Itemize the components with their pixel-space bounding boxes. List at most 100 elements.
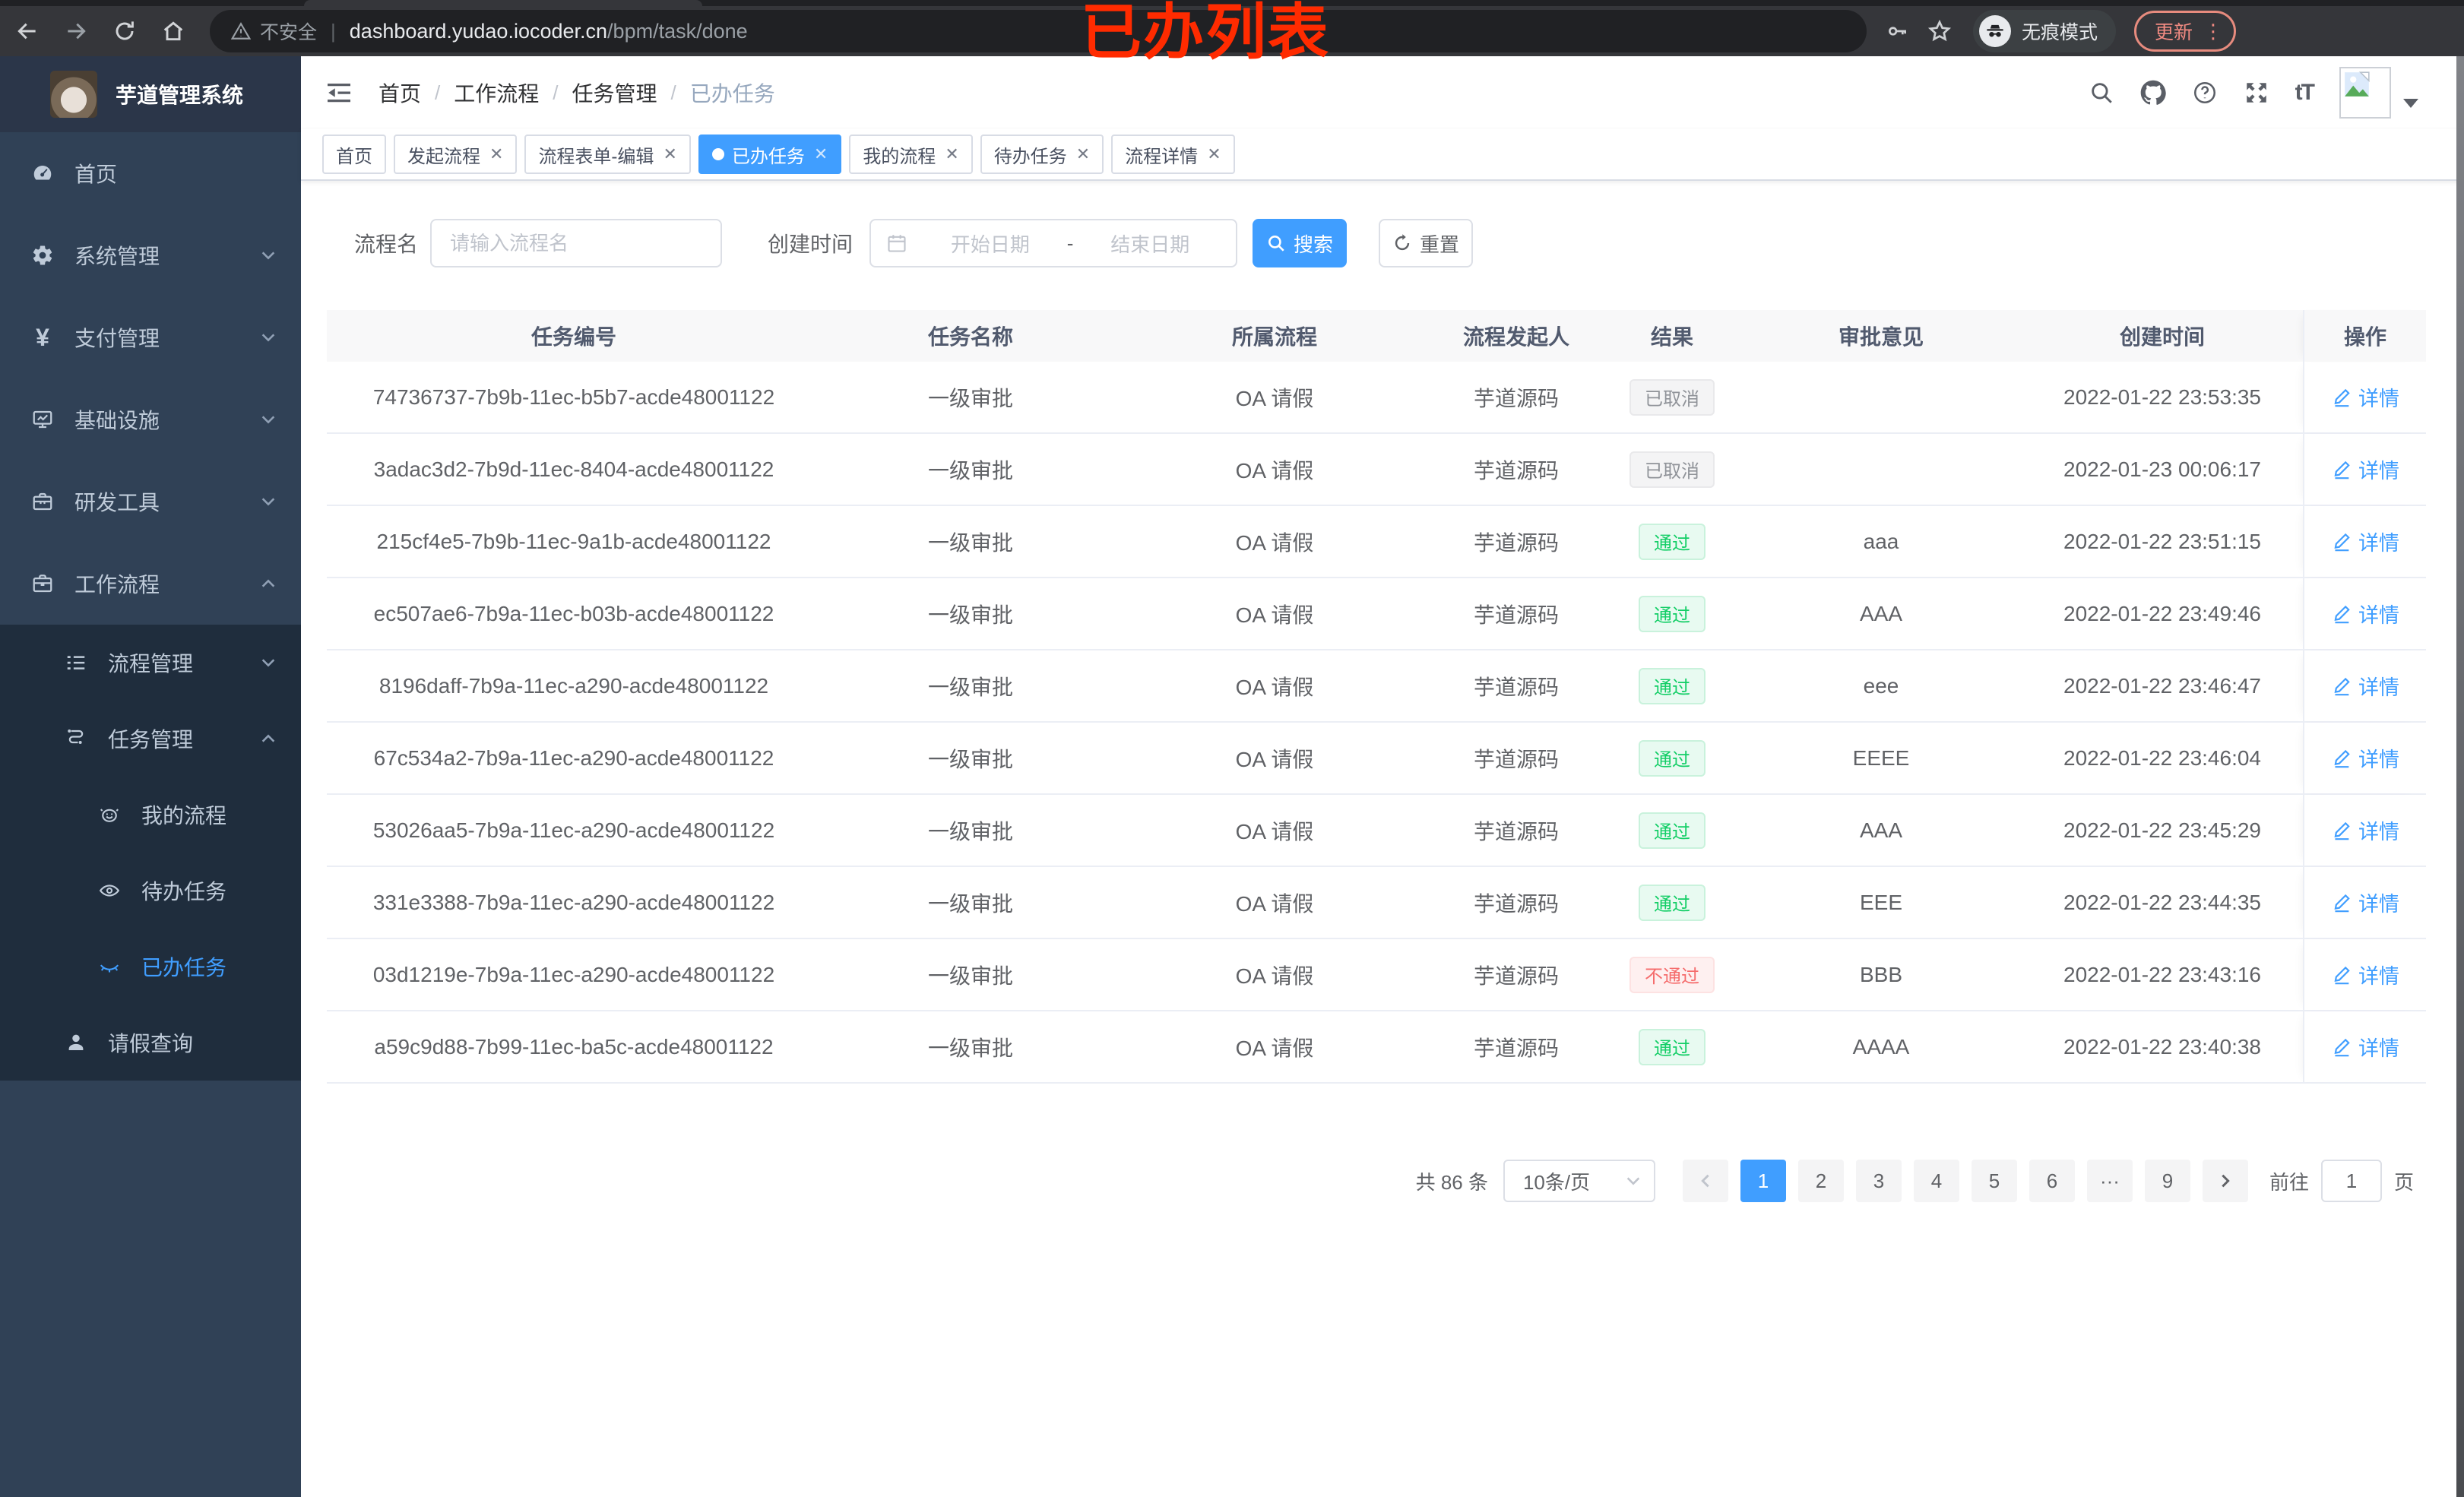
- close-icon[interactable]: ✕: [945, 146, 958, 163]
- sidebar-toggle-icon[interactable]: [322, 76, 356, 109]
- sidebar-item-my-process[interactable]: 我的流程: [0, 777, 301, 853]
- starter: 芋道源码: [1473, 964, 1559, 988]
- logo-area[interactable]: 芋道管理系统: [0, 56, 301, 132]
- url-bar[interactable]: 不安全 | dashboard.yudao.iocoder.cn /bpm/ta…: [210, 10, 1867, 52]
- end-date-placeholder[interactable]: 结束日期: [1079, 229, 1221, 258]
- page-button-3[interactable]: 3: [1855, 1160, 1902, 1202]
- tab-start-process[interactable]: 发起流程 ✕: [394, 135, 518, 174]
- page-size-select[interactable]: 10条/页: [1503, 1160, 1655, 1202]
- back-icon[interactable]: [6, 10, 49, 52]
- search-button-label: 搜索: [1294, 233, 1334, 256]
- detail-button[interactable]: 详情: [2331, 888, 2399, 917]
- search-icon[interactable]: [2089, 80, 2114, 106]
- page-button-6[interactable]: 6: [2029, 1160, 2075, 1202]
- sidebar-item-label: 研发工具: [74, 491, 160, 514]
- sidebar-item-leave-query[interactable]: 请假查询: [0, 1005, 301, 1081]
- done-task-table: 任务编号 任务名称 所属流程 流程发起人 结果 审批意见 创建时间 操作 747…: [327, 310, 2426, 1084]
- sidebar-item-home[interactable]: 首页: [0, 132, 301, 214]
- next-page-button[interactable]: [2202, 1160, 2248, 1202]
- sidebar-item-todo-tasks[interactable]: 待办任务: [0, 853, 301, 929]
- tab-todo-tasks[interactable]: 待办任务 ✕: [980, 135, 1104, 174]
- detail-button[interactable]: 详情: [2331, 382, 2399, 412]
- chevron-down-icon: [260, 247, 277, 264]
- detail-button[interactable]: 详情: [2331, 743, 2399, 773]
- browser-menu-icon[interactable]: ⋮: [2203, 20, 2223, 43]
- detail-button[interactable]: 详情: [2331, 960, 2399, 989]
- detail-button[interactable]: 详情: [2331, 671, 2399, 701]
- detail-button[interactable]: 详情: [2331, 527, 2399, 556]
- reset-button[interactable]: 重置: [1379, 219, 1474, 267]
- avatar-caret-icon[interactable]: [2403, 99, 2418, 108]
- not-secure-label: 不安全: [260, 22, 318, 43]
- tab-home[interactable]: 首页: [322, 135, 386, 174]
- pagination: 共 86 条 10条/页 1 2 3 4 5 6 ··· 9 前往 1 页: [327, 1160, 2426, 1202]
- reload-icon[interactable]: [103, 10, 146, 52]
- update-button[interactable]: 更新 ⋮: [2134, 11, 2237, 52]
- github-icon[interactable]: [2140, 80, 2166, 106]
- tab-label: 流程详情: [1125, 146, 1199, 167]
- detail-button[interactable]: 详情: [2331, 1032, 2399, 1062]
- window-edge: [2456, 56, 2464, 1497]
- detail-label: 详情: [2358, 676, 2399, 699]
- home-icon[interactable]: [152, 10, 195, 52]
- close-icon[interactable]: ✕: [663, 146, 676, 163]
- sidebar-item-system[interactable]: 系统管理: [0, 214, 301, 296]
- tab-form-edit[interactable]: 流程表单-编辑 ✕: [524, 135, 691, 174]
- breadcrumb-workflow[interactable]: 工作流程: [454, 78, 539, 108]
- dashboard-icon: [30, 161, 55, 185]
- page-more-button[interactable]: ···: [2086, 1160, 2133, 1202]
- close-icon[interactable]: ✕: [1076, 146, 1090, 163]
- sidebar-item-task-mgmt[interactable]: 任务管理: [0, 701, 301, 777]
- col-starter: 流程发起人: [1462, 325, 1569, 349]
- tab-done-tasks[interactable]: 已办任务 ✕: [698, 135, 842, 174]
- avatar[interactable]: [2339, 67, 2391, 119]
- detail-label: 详情: [2358, 1037, 2399, 1060]
- detail-button[interactable]: 详情: [2331, 454, 2399, 484]
- fullscreen-icon[interactable]: [2244, 80, 2269, 106]
- page-button-2[interactable]: 2: [1797, 1160, 1844, 1202]
- password-key-icon[interactable]: [1885, 19, 1909, 43]
- bookmark-star-icon[interactable]: [1927, 19, 1952, 43]
- start-date-placeholder[interactable]: 开始日期: [920, 229, 1061, 258]
- detail-button[interactable]: 详情: [2331, 599, 2399, 628]
- calendar-icon: [886, 233, 907, 254]
- task-id: 331e3388-7b9a-11ec-a290-acde48001122: [372, 890, 775, 914]
- starter: 芋道源码: [1473, 747, 1559, 771]
- page-button-1[interactable]: 1: [1740, 1160, 1786, 1202]
- detail-button[interactable]: 详情: [2331, 815, 2399, 845]
- detail-label: 详情: [2358, 388, 2399, 410]
- forward-icon[interactable]: [55, 10, 97, 52]
- close-icon[interactable]: ✕: [814, 146, 828, 163]
- task-id: a59c9d88-7b99-11ec-ba5c-acde48001122: [374, 1034, 774, 1059]
- prev-page-button[interactable]: [1682, 1160, 1728, 1202]
- result-badge: 不通过: [1629, 956, 1715, 993]
- breadcrumb-home[interactable]: 首页: [378, 78, 421, 108]
- close-icon[interactable]: ✕: [1207, 146, 1221, 163]
- sidebar-item-payment[interactable]: ¥ 支付管理: [0, 296, 301, 378]
- sidebar-item-label: 已办任务: [141, 956, 227, 980]
- page-button-9[interactable]: 9: [2144, 1160, 2190, 1202]
- search-button[interactable]: 搜索: [1253, 219, 1348, 267]
- font-size-icon[interactable]: tT: [2295, 80, 2315, 106]
- flow-icon: [64, 726, 88, 751]
- tab-my-process[interactable]: 我的流程 ✕: [849, 135, 973, 174]
- sidebar-item-process-mgmt[interactable]: 流程管理: [0, 625, 301, 701]
- sidebar-item-infra[interactable]: 基础设施: [0, 378, 301, 460]
- help-icon[interactable]: [2192, 80, 2218, 106]
- opinion: AAA: [1859, 601, 1903, 625]
- app-title: 芋道管理系统: [116, 84, 244, 107]
- sidebar-item-done-tasks[interactable]: 已办任务: [0, 929, 301, 1005]
- process-name-input[interactable]: [430, 219, 723, 267]
- sidebar-item-devtools[interactable]: 研发工具: [0, 460, 301, 543]
- breadcrumb-task-mgmt[interactable]: 任务管理: [572, 78, 657, 108]
- browser-active-tab[interactable]: [304, 0, 702, 6]
- close-icon[interactable]: ✕: [489, 146, 503, 163]
- detail-label: 详情: [2358, 604, 2399, 627]
- page-button-5[interactable]: 5: [1971, 1160, 2017, 1202]
- page-button-4[interactable]: 4: [1913, 1160, 1959, 1202]
- sidebar-item-workflow[interactable]: 工作流程: [0, 543, 301, 625]
- goto-page-input[interactable]: [2320, 1160, 2382, 1202]
- tab-process-detail[interactable]: 流程详情 ✕: [1111, 135, 1235, 174]
- process-name: OA 请假: [1235, 675, 1314, 699]
- date-range-picker[interactable]: 开始日期 - 结束日期: [869, 219, 1238, 267]
